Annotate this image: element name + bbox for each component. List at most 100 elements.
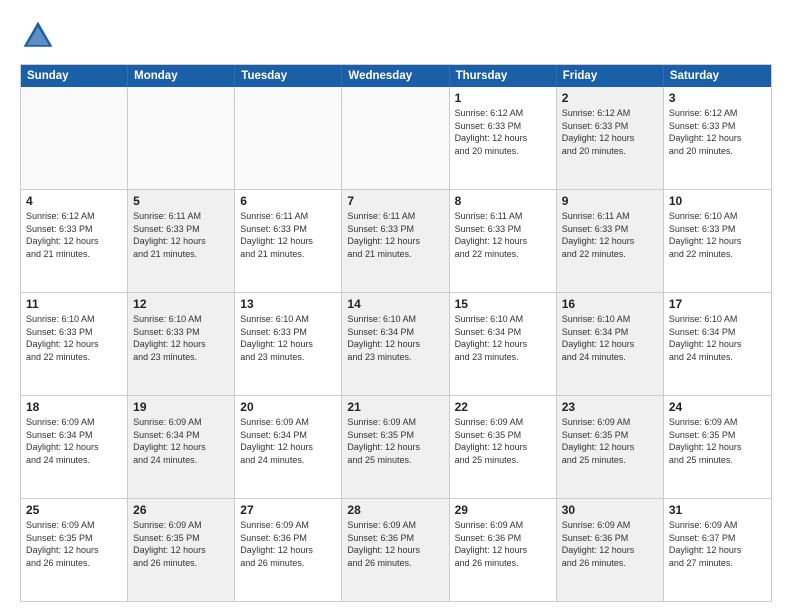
calendar-cell: 25Sunrise: 6:09 AM Sunset: 6:35 PM Dayli… xyxy=(21,499,128,601)
day-number: 1 xyxy=(455,91,551,105)
day-info: Sunrise: 6:10 AM Sunset: 6:33 PM Dayligh… xyxy=(26,313,122,363)
day-info: Sunrise: 6:10 AM Sunset: 6:33 PM Dayligh… xyxy=(133,313,229,363)
calendar-cell: 12 Sunrise: 6:10 AM Sunset: 6:33 PM Dayli… xyxy=(128,293,235,395)
calendar-cell: 5 Sunrise: 6:11 AM Sunset: 6:33 PM Daylig… xyxy=(128,190,235,292)
weekday-header: Thursday xyxy=(450,65,557,87)
calendar-cell: 23 Sunrise: 6:09 AM Sunset: 6:35 PM Dayli… xyxy=(557,396,664,498)
day-info: Sunrise: 6:11 AM Sunset: 6:33 PM Dayligh… xyxy=(562,210,658,260)
weekday-header: Saturday xyxy=(664,65,771,87)
day-info: Sunrise: 6:09 AM Sunset: 6:36 PM Dayligh… xyxy=(562,519,658,569)
page: SundayMondayTuesdayWednesdayThursdayFrid… xyxy=(0,0,792,612)
weekday-header: Wednesday xyxy=(342,65,449,87)
day-info: Sunrise: 6:09 AM Sunset: 6:35 PM Dayligh… xyxy=(133,519,229,569)
calendar-cell xyxy=(235,87,342,189)
calendar-row: 4 Sunrise: 6:12 AM Sunset: 6:33 PM Daylig… xyxy=(21,190,771,293)
day-info: Sunrise: 6:09 AM Sunset: 6:35 PM Dayligh… xyxy=(455,416,551,466)
calendar-cell: 1 Sunrise: 6:12 AM Sunset: 6:33 PM Daylig… xyxy=(450,87,557,189)
calendar-cell: 10 Sunrise: 6:10 AM Sunset: 6:33 PM Dayli… xyxy=(664,190,771,292)
calendar-cell: 16 Sunrise: 6:10 AM Sunset: 6:34 PM Dayli… xyxy=(557,293,664,395)
calendar-cell: 30 Sunrise: 6:09 AM Sunset: 6:36 PM Dayli… xyxy=(557,499,664,601)
day-info: Sunrise: 6:09 AM Sunset: 6:35 PM Dayligh… xyxy=(562,416,658,466)
calendar-cell: 13Sunrise: 6:10 AM Sunset: 6:33 PM Dayli… xyxy=(235,293,342,395)
logo-icon xyxy=(20,18,56,54)
calendar-cell: 29Sunrise: 6:09 AM Sunset: 6:36 PM Dayli… xyxy=(450,499,557,601)
day-number: 14 xyxy=(347,297,443,311)
calendar-cell: 8 Sunrise: 6:11 AM Sunset: 6:33 PM Daylig… xyxy=(450,190,557,292)
day-info: Sunrise: 6:12 AM Sunset: 6:33 PM Dayligh… xyxy=(669,107,766,157)
calendar-cell: 27 Sunrise: 6:09 AM Sunset: 6:36 PM Dayli… xyxy=(235,499,342,601)
day-number: 27 xyxy=(240,503,336,517)
day-number: 30 xyxy=(562,503,658,517)
day-info: Sunrise: 6:10 AM Sunset: 6:34 PM Dayligh… xyxy=(347,313,443,363)
day-info: Sunrise: 6:11 AM Sunset: 6:33 PM Dayligh… xyxy=(347,210,443,260)
day-info: Sunrise: 6:10 AM Sunset: 6:34 PM Dayligh… xyxy=(562,313,658,363)
day-number: 28 xyxy=(347,503,443,517)
calendar-cell: 15Sunrise: 6:10 AM Sunset: 6:34 PM Dayli… xyxy=(450,293,557,395)
day-number: 8 xyxy=(455,194,551,208)
day-number: 11 xyxy=(26,297,122,311)
day-info: Sunrise: 6:11 AM Sunset: 6:33 PM Dayligh… xyxy=(133,210,229,260)
calendar-row: 25 Sunrise: 6:09 AM Sunset: 6:35 PM Dayli… xyxy=(21,499,771,601)
calendar-cell xyxy=(21,87,128,189)
calendar-row: 18 Sunrise: 6:09 AM Sunset: 6:34 PM Dayli… xyxy=(21,396,771,499)
calendar-row: 11 Sunrise: 6:10 AM Sunset: 6:33 PM Dayli… xyxy=(21,293,771,396)
day-number: 25 xyxy=(26,503,122,517)
calendar-cell: 22 Sunrise: 6:09 AM Sunset: 6:35 PM Dayli… xyxy=(450,396,557,498)
day-number: 17 xyxy=(669,297,766,311)
day-info: Sunrise: 6:12 AM Sunset: 6:33 PM Dayligh… xyxy=(562,107,658,157)
day-info: Sunrise: 6:09 AM Sunset: 6:36 PM Dayligh… xyxy=(347,519,443,569)
day-info: Sunrise: 6:09 AM Sunset: 6:34 PM Dayligh… xyxy=(133,416,229,466)
calendar-cell: 11 Sunrise: 6:10 AM Sunset: 6:33 PM Dayli… xyxy=(21,293,128,395)
day-number: 21 xyxy=(347,400,443,414)
day-number: 26 xyxy=(133,503,229,517)
day-info: Sunrise: 6:10 AM Sunset: 6:33 PM Dayligh… xyxy=(240,313,336,363)
day-info: Sunrise: 6:10 AM Sunset: 6:33 PM Dayligh… xyxy=(669,210,766,260)
day-info: Sunrise: 6:11 AM Sunset: 6:33 PM Dayligh… xyxy=(455,210,551,260)
weekday-header: Monday xyxy=(128,65,235,87)
day-number: 4 xyxy=(26,194,122,208)
day-number: 24 xyxy=(669,400,766,414)
day-info: Sunrise: 6:12 AM Sunset: 6:33 PM Dayligh… xyxy=(26,210,122,260)
day-info: Sunrise: 6:09 AM Sunset: 6:36 PM Dayligh… xyxy=(240,519,336,569)
day-info: Sunrise: 6:09 AM Sunset: 6:36 PM Dayligh… xyxy=(455,519,551,569)
calendar-cell: 9 Sunrise: 6:11 AM Sunset: 6:33 PM Daylig… xyxy=(557,190,664,292)
calendar-cell: 2 Sunrise: 6:12 AM Sunset: 6:33 PM Daylig… xyxy=(557,87,664,189)
day-info: Sunrise: 6:09 AM Sunset: 6:34 PM Dayligh… xyxy=(26,416,122,466)
calendar-cell: 19 Sunrise: 6:09 AM Sunset: 6:34 PM Dayli… xyxy=(128,396,235,498)
day-number: 18 xyxy=(26,400,122,414)
logo xyxy=(20,18,60,54)
day-number: 16 xyxy=(562,297,658,311)
day-number: 10 xyxy=(669,194,766,208)
calendar: SundayMondayTuesdayWednesdayThursdayFrid… xyxy=(20,64,772,602)
calendar-cell: 4 Sunrise: 6:12 AM Sunset: 6:33 PM Daylig… xyxy=(21,190,128,292)
day-number: 23 xyxy=(562,400,658,414)
day-info: Sunrise: 6:10 AM Sunset: 6:34 PM Dayligh… xyxy=(455,313,551,363)
day-number: 5 xyxy=(133,194,229,208)
calendar-row: 1 Sunrise: 6:12 AM Sunset: 6:33 PM Daylig… xyxy=(21,87,771,190)
calendar-cell: 14 Sunrise: 6:10 AM Sunset: 6:34 PM Dayli… xyxy=(342,293,449,395)
day-number: 22 xyxy=(455,400,551,414)
day-number: 2 xyxy=(562,91,658,105)
day-info: Sunrise: 6:09 AM Sunset: 6:35 PM Dayligh… xyxy=(669,416,766,466)
weekday-header: Tuesday xyxy=(235,65,342,87)
calendar-cell: 31 Sunrise: 6:09 AM Sunset: 6:37 PM Dayli… xyxy=(664,499,771,601)
calendar-cell: 6Sunrise: 6:11 AM Sunset: 6:33 PM Daylig… xyxy=(235,190,342,292)
day-info: Sunrise: 6:11 AM Sunset: 6:33 PM Dayligh… xyxy=(240,210,336,260)
calendar-cell: 26 Sunrise: 6:09 AM Sunset: 6:35 PM Dayli… xyxy=(128,499,235,601)
day-number: 31 xyxy=(669,503,766,517)
day-number: 19 xyxy=(133,400,229,414)
calendar-cell: 18 Sunrise: 6:09 AM Sunset: 6:34 PM Dayli… xyxy=(21,396,128,498)
calendar-cell: 21 Sunrise: 6:09 AM Sunset: 6:35 PM Dayli… xyxy=(342,396,449,498)
calendar-cell: 28 Sunrise: 6:09 AM Sunset: 6:36 PM Dayli… xyxy=(342,499,449,601)
calendar-cell: 20Sunrise: 6:09 AM Sunset: 6:34 PM Dayli… xyxy=(235,396,342,498)
calendar-body: 1 Sunrise: 6:12 AM Sunset: 6:33 PM Daylig… xyxy=(21,87,771,601)
day-number: 9 xyxy=(562,194,658,208)
calendar-cell: 24 Sunrise: 6:09 AM Sunset: 6:35 PM Dayli… xyxy=(664,396,771,498)
day-number: 12 xyxy=(133,297,229,311)
day-number: 7 xyxy=(347,194,443,208)
day-info: Sunrise: 6:09 AM Sunset: 6:35 PM Dayligh… xyxy=(347,416,443,466)
weekday-header: Sunday xyxy=(21,65,128,87)
day-info: Sunrise: 6:09 AM Sunset: 6:37 PM Dayligh… xyxy=(669,519,766,569)
day-number: 3 xyxy=(669,91,766,105)
day-info: Sunrise: 6:12 AM Sunset: 6:33 PM Dayligh… xyxy=(455,107,551,157)
